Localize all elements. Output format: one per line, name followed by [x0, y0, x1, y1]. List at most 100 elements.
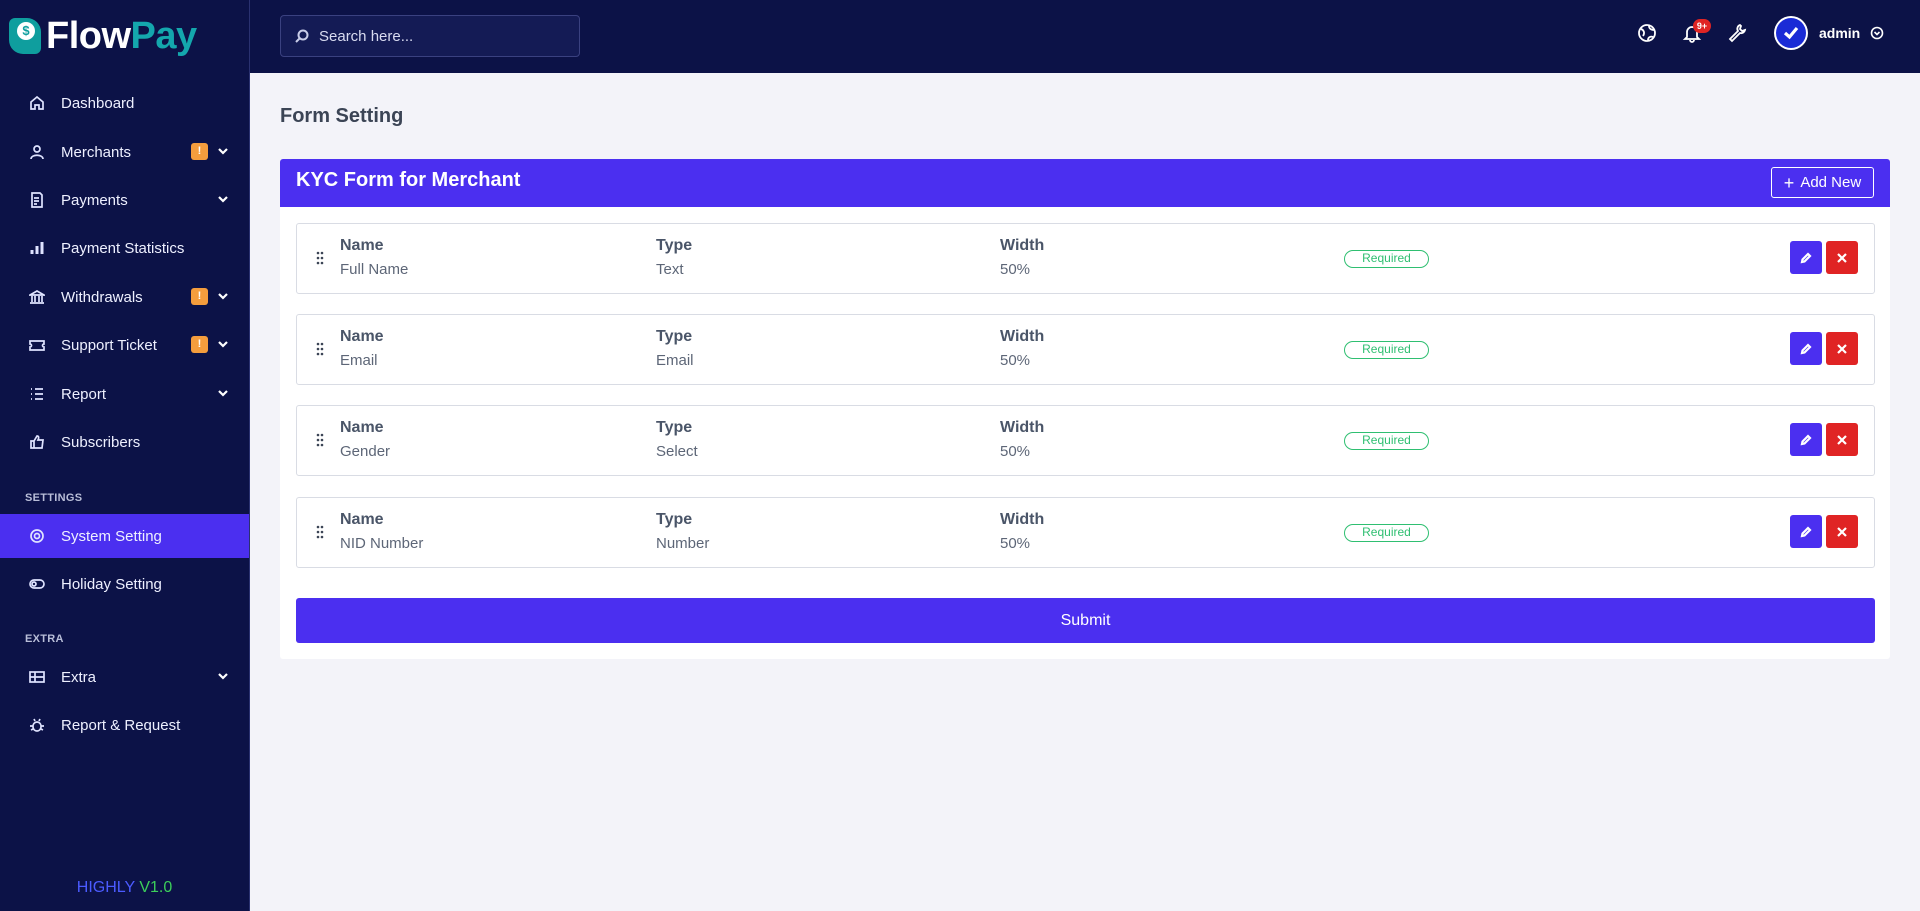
- sidebar-item-holiday-setting[interactable]: Holiday Setting: [0, 562, 249, 606]
- sidebar-item-label: Payment Statistics: [61, 239, 185, 257]
- page-title: Form Setting: [280, 105, 404, 127]
- field-type-cell: Type Text: [656, 237, 693, 278]
- sidebar-item-support-ticket[interactable]: Support Ticket !: [0, 323, 249, 367]
- field-name-cell: Name Full Name: [340, 237, 409, 278]
- sidebar-item-label: Subscribers: [61, 433, 141, 451]
- field-type-cell: Type Number: [656, 511, 710, 552]
- sidebar-item-label: Merchants: [61, 143, 132, 161]
- chevron-down-icon[interactable]: [216, 386, 230, 400]
- field-name-cell: Name Gender: [340, 419, 391, 460]
- card-header: KYC Form for Merchant + Add New: [280, 159, 1890, 207]
- delete-button[interactable]: [1826, 423, 1858, 456]
- sidebar-item-extra[interactable]: Extra: [0, 655, 249, 699]
- sidebar-item-merchants[interactable]: Merchants !: [0, 130, 249, 174]
- plus-icon: +: [1783, 172, 1795, 193]
- sidebar-item-report-request[interactable]: Report & Request: [0, 703, 249, 747]
- notification-count-badge: 9+: [1693, 19, 1711, 33]
- drag-handle-icon[interactable]: [315, 251, 325, 265]
- sidebar-item-label: Withdrawals: [61, 288, 143, 306]
- card-title: KYC Form for Merchant: [296, 169, 521, 191]
- delete-button[interactable]: [1826, 241, 1858, 274]
- chevron-down-icon[interactable]: [216, 144, 230, 158]
- chevron-down-icon[interactable]: [216, 289, 230, 303]
- sidebar-item-withdrawals[interactable]: Withdrawals !: [0, 275, 249, 319]
- close-icon: [1837, 252, 1847, 263]
- status-badge: Required: [1344, 341, 1429, 359]
- sidebar-item-report[interactable]: Report: [0, 372, 249, 416]
- chevron-down-icon[interactable]: [216, 337, 230, 351]
- delete-button[interactable]: [1826, 332, 1858, 365]
- toggle-icon: [28, 575, 46, 593]
- bug-icon: [28, 716, 46, 734]
- alert-badge: !: [191, 143, 208, 160]
- sidebar: FlowPay Dashboard Merchants ! Payments P…: [0, 0, 250, 911]
- search-input[interactable]: [319, 27, 559, 45]
- status-badge: Required: [1344, 432, 1429, 450]
- pencil-icon: [1800, 342, 1812, 354]
- status-badge: Required: [1344, 524, 1429, 542]
- avatar[interactable]: [1774, 16, 1808, 50]
- sidebar-item-label: Dashboard: [61, 94, 135, 112]
- wrench-icon[interactable]: [1726, 22, 1748, 44]
- app-version: HIGHLY V1.0: [76, 879, 173, 896]
- submit-button[interactable]: Submit: [296, 598, 1875, 643]
- close-icon: [1837, 434, 1847, 445]
- logo-mark-icon: [9, 18, 41, 54]
- flowpay-logo[interactable]: FlowPay: [9, 14, 197, 58]
- edit-button[interactable]: [1790, 423, 1822, 456]
- globe-icon[interactable]: [1636, 22, 1658, 44]
- form-field-row: Name Email Type Email Width 50% Required: [296, 314, 1875, 385]
- field-name-cell: Name NID Number: [340, 511, 424, 552]
- chevron-down-icon[interactable]: [1870, 26, 1884, 40]
- alert-badge: !: [191, 336, 208, 353]
- sidebar-item-subscribers[interactable]: Subscribers: [0, 420, 249, 464]
- edit-button[interactable]: [1790, 241, 1822, 274]
- sidebar-item-payment-statistics[interactable]: Payment Statistics: [0, 226, 249, 270]
- form-field-row: Name NID Number Type Number Width 50% Requi…: [296, 497, 1875, 568]
- form-field-row: Name Full Name Type Text Width 50% Required: [296, 223, 1875, 294]
- add-new-button[interactable]: + Add New: [1771, 167, 1874, 198]
- sidebar-item-system-setting[interactable]: System Setting: [0, 514, 249, 558]
- alert-badge: !: [191, 288, 208, 305]
- field-type-cell: Type Email: [656, 328, 694, 369]
- pencil-icon: [1800, 525, 1812, 537]
- sidebar-item-payments[interactable]: Payments: [0, 178, 249, 222]
- field-type-cell: Type Select: [656, 419, 698, 460]
- drag-handle-icon[interactable]: [315, 433, 325, 447]
- field-name-cell: Name Email: [340, 328, 384, 369]
- edit-button[interactable]: [1790, 332, 1822, 365]
- sidebar-item-label: Report & Request: [61, 716, 181, 734]
- sidebar-item-label: Support Ticket: [61, 336, 157, 354]
- edit-button[interactable]: [1790, 515, 1822, 548]
- sidebar-item-label: Extra: [61, 668, 97, 686]
- form-field-row: Name Gender Type Select Width 50% Required: [296, 405, 1875, 476]
- delete-button[interactable]: [1826, 515, 1858, 548]
- table-icon: [28, 668, 46, 686]
- drag-handle-icon[interactable]: [315, 525, 325, 539]
- settings-icon: [28, 527, 46, 545]
- search-box[interactable]: [280, 15, 580, 57]
- sidebar-item-label: Report: [61, 385, 107, 403]
- list-icon: [28, 385, 46, 403]
- chevron-down-icon[interactable]: [216, 669, 230, 683]
- field-width-cell: Width 50%: [1000, 511, 1045, 552]
- kyc-form-card: KYC Form for Merchant + Add New Name Full …: [280, 159, 1890, 659]
- close-icon: [1837, 526, 1847, 537]
- notification-bell-icon[interactable]: 9+: [1681, 19, 1711, 44]
- status-badge: Required: [1344, 250, 1429, 268]
- drag-handle-icon[interactable]: [315, 342, 325, 356]
- sidebar-item-label: Holiday Setting: [61, 575, 162, 593]
- field-width-cell: Width 50%: [1000, 237, 1045, 278]
- close-icon: [1837, 343, 1847, 354]
- sidebar-item-dashboard[interactable]: Dashboard: [0, 81, 249, 125]
- ticket-icon: [28, 336, 46, 354]
- pencil-icon: [1800, 433, 1812, 445]
- user-icon: [28, 143, 46, 161]
- logo-text: FlowPay: [46, 14, 197, 57]
- bank-icon: [28, 288, 46, 306]
- user-name[interactable]: admin: [1819, 25, 1860, 41]
- topbar: 9+ admin: [250, 0, 1920, 73]
- chevron-down-icon[interactable]: [216, 192, 230, 206]
- sidebar-item-label: System Setting: [61, 527, 162, 545]
- pencil-icon: [1800, 251, 1812, 263]
